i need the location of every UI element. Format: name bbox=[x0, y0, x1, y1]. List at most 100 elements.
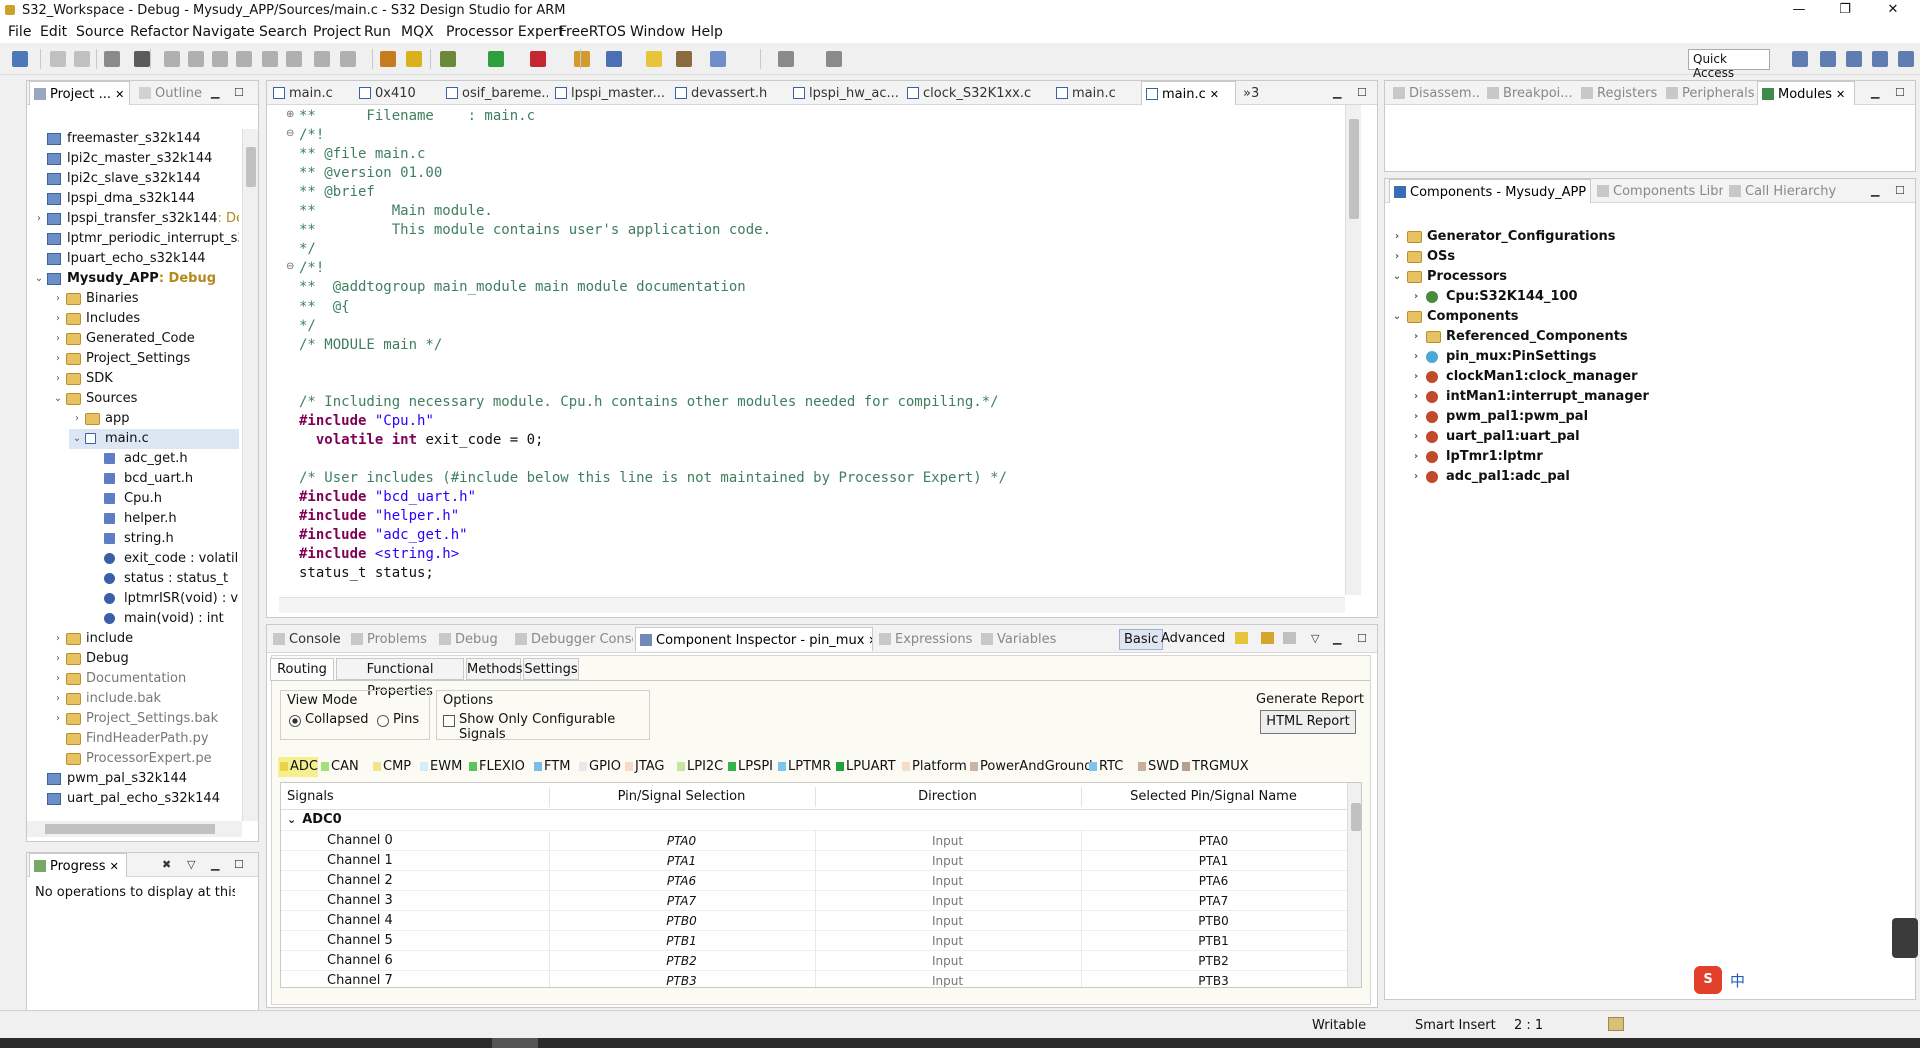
tree-item[interactable]: lptmrISR(void) : voi bbox=[88, 589, 239, 609]
minimize-view-icon[interactable]: ▁ bbox=[211, 86, 223, 99]
tab-registers[interactable]: Registers bbox=[1577, 81, 1660, 105]
tree-item[interactable]: › include bbox=[50, 629, 239, 649]
side-widget[interactable] bbox=[1892, 918, 1918, 958]
tree-item[interactable]: pwm_pal_s32k144 bbox=[31, 769, 239, 789]
editor-tab[interactable]: main.c bbox=[1052, 81, 1138, 105]
menu-mqx[interactable]: MQX bbox=[401, 24, 434, 40]
tree-item[interactable]: helper.h bbox=[88, 509, 239, 529]
maximize-view-icon[interactable]: ☐ bbox=[234, 858, 246, 871]
code-line[interactable]: */ bbox=[299, 317, 316, 336]
tree-item[interactable]: lpi2c_master_s32k144 bbox=[31, 149, 239, 169]
code-line[interactable]: #include "Cpu.h" bbox=[299, 412, 434, 431]
tab-components-2[interactable]: Call Hierarchy bbox=[1725, 179, 1850, 203]
tree-item[interactable]: adc_get.h bbox=[88, 449, 239, 469]
table-row[interactable]: Channel 1 PTA1 Input PTA1 bbox=[281, 850, 1347, 871]
table-row[interactable]: Channel 3 PTA7 Input PTA7 bbox=[281, 890, 1347, 911]
status-icon[interactable] bbox=[1608, 1017, 1624, 1031]
tab-debug[interactable]: Debug bbox=[435, 627, 509, 651]
code-line[interactable]: ** @{ bbox=[299, 298, 350, 317]
pin-selection[interactable]: PTB2 bbox=[549, 951, 813, 971]
tab-peripherals[interactable]: Peripherals bbox=[1662, 81, 1755, 105]
filter-chip-powerandground[interactable]: PowerAndGround bbox=[968, 757, 1093, 777]
chevron-right-icon[interactable]: › bbox=[71, 409, 83, 429]
close-icon[interactable]: ✕ bbox=[1836, 88, 1845, 101]
tab-components-1[interactable]: Components Library bbox=[1593, 179, 1723, 203]
toolbar-icon-3[interactable] bbox=[104, 51, 120, 67]
tree-item[interactable]: ⌄ Mysudy_APP: Debug bbox=[31, 269, 239, 289]
chevron-right-icon[interactable]: › bbox=[1391, 247, 1403, 267]
toolbar-icon-22[interactable] bbox=[710, 51, 726, 67]
chevron-down-icon[interactable]: ⌄ bbox=[33, 269, 45, 289]
table-row[interactable]: Channel 2 PTA6 Input PTA6 bbox=[281, 870, 1347, 891]
minimize-view-icon[interactable]: ▁ bbox=[1333, 86, 1345, 99]
tab-components-0[interactable]: Components - Mysudy_APP✕ bbox=[1389, 179, 1591, 203]
minimize-view-icon[interactable]: ▁ bbox=[211, 858, 223, 871]
tree-item[interactable]: lpspi_dma_s32k144 bbox=[31, 189, 239, 209]
close-icon[interactable]: ✕ bbox=[115, 88, 124, 101]
filter-chip-ftm[interactable]: FTM bbox=[532, 757, 570, 777]
pin-selection[interactable]: PTA7 bbox=[549, 891, 813, 911]
tree-item[interactable]: Cpu.h bbox=[88, 489, 239, 509]
pin-selection[interactable]: PTA6 bbox=[549, 871, 813, 891]
tree-item[interactable]: bcd_uart.h bbox=[88, 469, 239, 489]
new-icon[interactable] bbox=[1235, 632, 1248, 644]
editor-tab[interactable]: lpspi_hw_ac... bbox=[789, 81, 899, 105]
chevron-down-icon[interactable]: ⌄ bbox=[287, 813, 296, 826]
filter-chip-gpio[interactable]: GPIO bbox=[577, 757, 621, 777]
project-tree-hscrollbar[interactable] bbox=[27, 821, 242, 837]
table-row[interactable]: Channel 4 PTB0 Input PTB0 bbox=[281, 910, 1347, 931]
remove-all-icon[interactable]: ✖ bbox=[162, 858, 174, 871]
tree-item[interactable]: freemaster_s32k144 bbox=[31, 129, 239, 149]
perspective-icon-1[interactable] bbox=[1820, 51, 1836, 67]
toolbar-icon-10[interactable] bbox=[286, 51, 302, 67]
filter-chip-adc[interactable]: ADC bbox=[278, 757, 318, 777]
table-row[interactable]: Channel 7 PTB3 Input PTB3 bbox=[281, 970, 1347, 987]
menu-file[interactable]: File bbox=[8, 24, 31, 40]
code-line[interactable]: #include "bcd_uart.h" bbox=[299, 488, 476, 507]
filter-chip-rtc[interactable]: RTC bbox=[1087, 757, 1123, 777]
collapsed-radio[interactable] bbox=[289, 715, 301, 727]
chevron-right-icon[interactable]: › bbox=[1410, 467, 1422, 487]
tree-item[interactable]: › SDK bbox=[50, 369, 239, 389]
tree-item[interactable]: › Project_Settings.bak bbox=[50, 709, 239, 729]
project-tree-scroll-thumb[interactable] bbox=[246, 147, 256, 187]
editor-tab[interactable]: »3 bbox=[1239, 81, 1269, 105]
tree-item[interactable]: uart_pal_echo_s32k144 bbox=[31, 789, 239, 809]
chevron-right-icon[interactable]: › bbox=[1410, 427, 1422, 447]
toolbar-icon-7[interactable] bbox=[212, 51, 228, 67]
chevron-right-icon[interactable]: › bbox=[1410, 287, 1422, 307]
menu-refactor[interactable]: Refactor bbox=[130, 24, 189, 40]
tree-item[interactable]: › Documentation bbox=[50, 669, 239, 689]
ime-logo-icon[interactable]: S bbox=[1694, 966, 1722, 994]
perspective-icon-2[interactable] bbox=[1846, 51, 1862, 67]
menu-run[interactable]: Run bbox=[364, 24, 391, 40]
pin-selection[interactable]: PTB0 bbox=[549, 911, 813, 931]
filter-chip-cmp[interactable]: CMP bbox=[371, 757, 411, 777]
code-line[interactable]: ** Filename : main.c bbox=[299, 107, 535, 126]
code-line[interactable]: /* Including necessary module. Cpu.h con… bbox=[299, 393, 999, 412]
chevron-down-icon[interactable]: ⌄ bbox=[1391, 307, 1403, 327]
code-line[interactable]: volatile int exit_code = 0; bbox=[299, 431, 544, 450]
tab-progress[interactable]: Progress ✕ bbox=[29, 853, 127, 877]
close-icon[interactable]: ✕ bbox=[1210, 88, 1219, 101]
chevron-right-icon[interactable]: › bbox=[52, 649, 64, 669]
pin-selection[interactable]: PTB1 bbox=[549, 931, 813, 951]
table-row[interactable]: Channel 5 PTB1 Input PTB1 bbox=[281, 930, 1347, 951]
filter-chip-ewm[interactable]: EWM bbox=[418, 757, 462, 777]
toolbar-icon-19[interactable] bbox=[606, 51, 622, 67]
close-icon[interactable]: ✕ bbox=[110, 860, 119, 873]
fold-collapse-icon[interactable]: ⊖ bbox=[286, 261, 294, 272]
filter-chip-lpspi[interactable]: LPSPI bbox=[726, 757, 773, 777]
back-icon[interactable] bbox=[1261, 632, 1274, 644]
signals-table-scrollbar[interactable] bbox=[1347, 783, 1361, 987]
chevron-right-icon[interactable]: › bbox=[1410, 347, 1422, 367]
tree-item[interactable]: › Debug bbox=[50, 649, 239, 669]
toolbar-icon-21[interactable] bbox=[676, 51, 692, 67]
code-line[interactable]: ** @addtogroup main_module main module d… bbox=[299, 278, 746, 297]
menu-help[interactable]: Help bbox=[691, 24, 723, 40]
show-only-checkbox[interactable] bbox=[443, 715, 455, 727]
toolbar-icon-2[interactable] bbox=[74, 51, 90, 67]
menu-edit[interactable]: Edit bbox=[40, 24, 67, 40]
quick-access-input[interactable]: Quick Access bbox=[1688, 49, 1770, 80]
advanced-mode-button[interactable]: Advanced bbox=[1161, 631, 1225, 646]
